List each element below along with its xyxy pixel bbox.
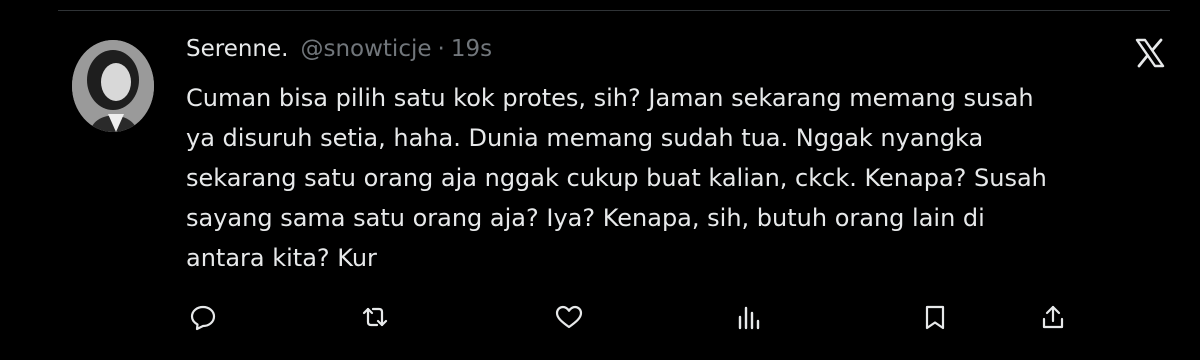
bookmark-icon[interactable]: [918, 300, 952, 334]
avatar[interactable]: [72, 40, 154, 132]
top-divider: [58, 10, 1170, 11]
tweet-header: Serenne. @snowticje · 19s: [186, 36, 492, 72]
author-handle[interactable]: @snowticje: [300, 36, 431, 62]
header-separator: ·: [437, 36, 445, 62]
repost-icon[interactable]: [358, 300, 392, 334]
tweet-text: Cuman bisa pilih satu kok protes, sih? J…: [186, 84, 1047, 272]
reply-icon[interactable]: [186, 300, 220, 334]
like-icon[interactable]: [552, 300, 586, 334]
views-icon[interactable]: [732, 300, 766, 334]
share-icon[interactable]: [1036, 300, 1070, 334]
author-display-name[interactable]: Serenne.: [186, 36, 288, 62]
x-logo-icon[interactable]: [1134, 38, 1166, 68]
tweet-timestamp[interactable]: 19s: [451, 36, 492, 62]
tweet-action-bar: [186, 300, 1066, 334]
